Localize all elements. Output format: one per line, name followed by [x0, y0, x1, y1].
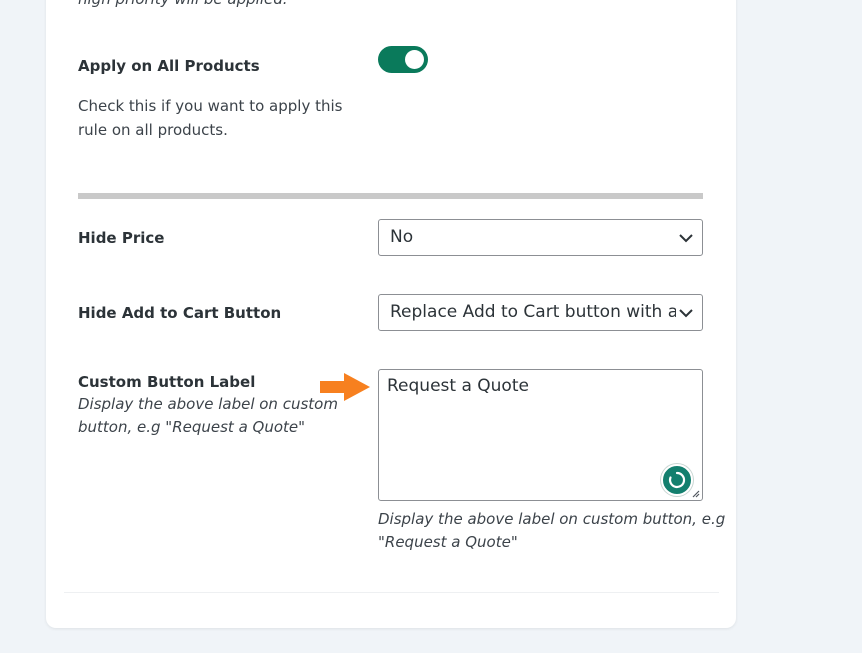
toggle-knob: [405, 50, 424, 69]
hide-cart-value: Replace Add to Cart button with a Quote: [390, 302, 676, 322]
section-divider: [78, 193, 703, 199]
hide-cart-label: Hide Add to Cart Button: [78, 304, 282, 322]
hide-price-label: Hide Price: [78, 229, 165, 247]
apply-all-toggle[interactable]: [378, 46, 428, 73]
apply-all-description-line2: rule on all products.: [78, 121, 228, 139]
chevron-down-icon: [678, 230, 694, 246]
custom-label-help-line2: button, e.g "Request a Quote": [78, 418, 306, 436]
custom-label-below-line1: Display the above label on custom button…: [378, 510, 726, 528]
hide-cart-select[interactable]: Replace Add to Cart button with a Quote: [378, 294, 703, 331]
custom-label-textarea[interactable]: Request a Quote: [378, 369, 703, 501]
apply-all-label: Apply on All Products: [78, 57, 260, 75]
writing-assistant-icon[interactable]: [661, 464, 693, 496]
chevron-down-icon: [678, 305, 694, 321]
hide-price-select[interactable]: No: [378, 219, 703, 256]
custom-label-below-line2: "Request a Quote": [378, 533, 518, 551]
resize-handle-icon[interactable]: [690, 488, 700, 498]
arrow-right-icon: [320, 373, 370, 401]
custom-label-label: Custom Button Label: [78, 373, 256, 391]
cut-off-description: high priority will be applied.: [78, 0, 288, 8]
custom-label-value: Request a Quote: [387, 376, 529, 396]
bottom-divider: [64, 592, 719, 593]
hide-price-value: No: [390, 227, 414, 247]
custom-label-help-line1: Display the above label on custom: [78, 395, 338, 413]
apply-all-description-line1: Check this if you want to apply this: [78, 97, 343, 115]
